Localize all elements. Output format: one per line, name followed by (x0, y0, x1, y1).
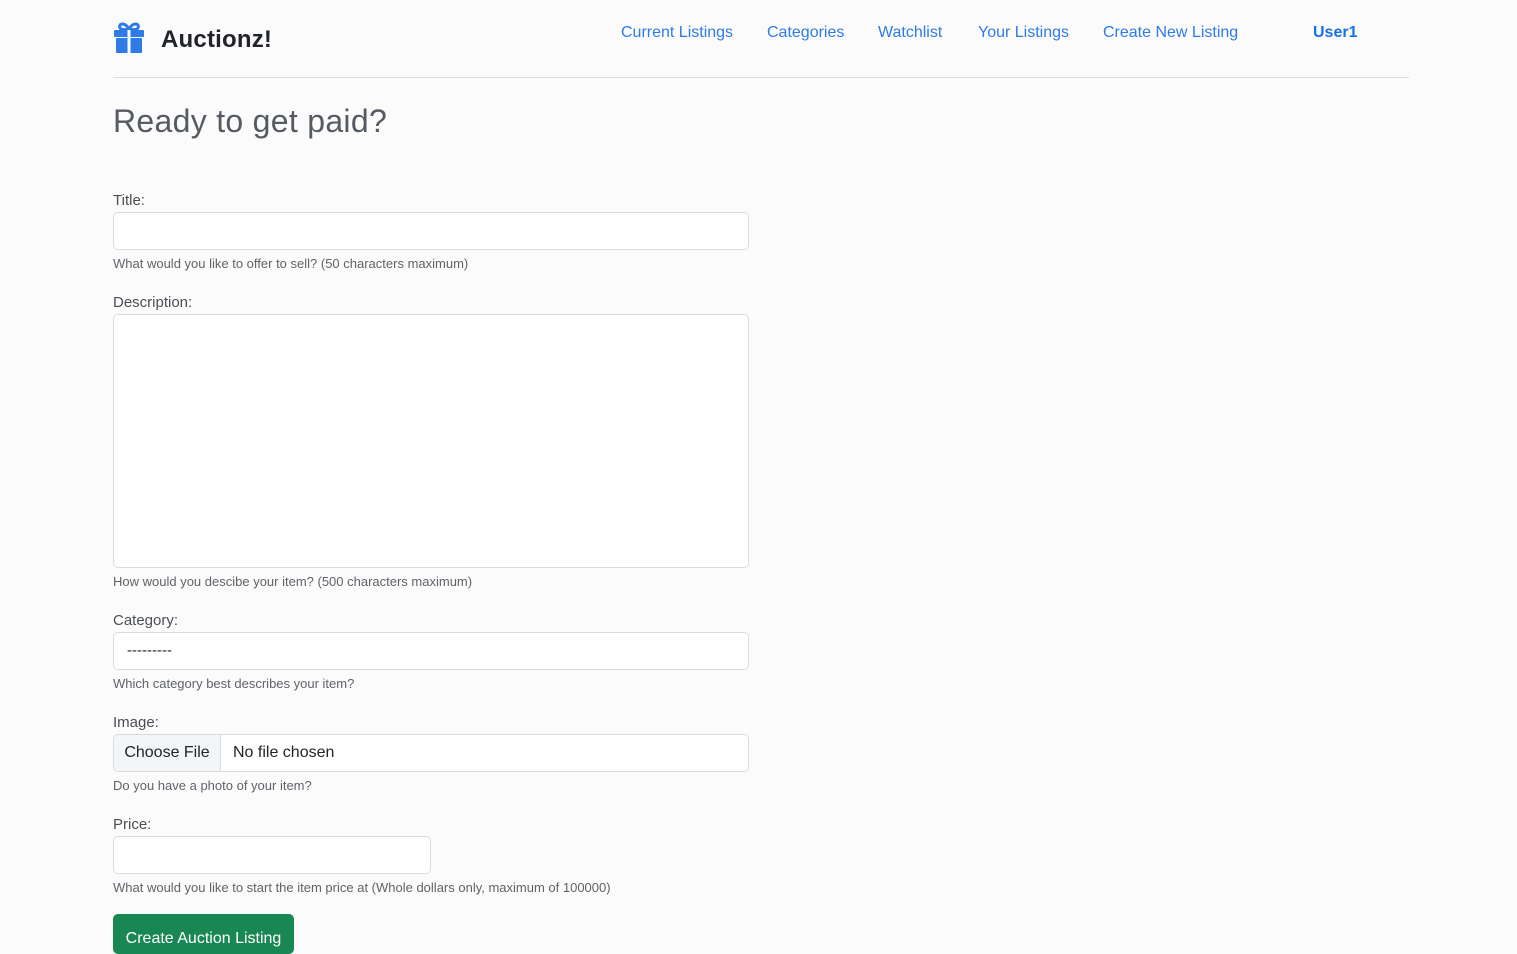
page-title: Ready to get paid? (113, 103, 388, 139)
description-help: How would you descibe your item? (500 ch… (113, 574, 473, 589)
title-help: What would you like to offer to sell? (5… (113, 256, 469, 271)
category-help: Which category best describes your item? (113, 676, 355, 691)
choose-file-button[interactable]: Choose File (114, 735, 221, 771)
image-file-input[interactable]: Choose File No file chosen (113, 734, 749, 772)
price-help: What would you like to start the item pr… (113, 880, 611, 895)
nav-current-listings[interactable]: Current Listings (621, 24, 733, 42)
nav-your-listings[interactable]: Your Listings (978, 24, 1069, 42)
file-status: No file chosen (233, 744, 335, 761)
title-label: Title: (113, 192, 145, 209)
description-textarea[interactable] (113, 314, 749, 568)
image-help: Do you have a photo of your item? (113, 778, 312, 793)
nav-create-new-listing[interactable]: Create New Listing (1103, 24, 1238, 42)
category-select[interactable]: --------- (113, 632, 749, 670)
nav-categories[interactable]: Categories (767, 24, 844, 42)
description-label: Description: (113, 294, 193, 311)
navbar: Auctionz! Current Listings Categories Wa… (113, 0, 1409, 78)
nav-user[interactable]: User1 (1313, 24, 1357, 42)
price-input[interactable] (113, 836, 431, 874)
page-container: Auctionz! Current Listings Categories Wa… (113, 0, 1409, 954)
price-label: Price: (113, 816, 152, 833)
title-input[interactable] (113, 212, 749, 250)
main-nav: Current Listings Categories Watchlist Yo… (113, 24, 1409, 46)
image-label: Image: (113, 714, 159, 731)
create-listing-button[interactable]: Create Auction Listing (113, 914, 294, 954)
category-label: Category: (113, 612, 179, 629)
nav-watchlist[interactable]: Watchlist (878, 24, 942, 42)
